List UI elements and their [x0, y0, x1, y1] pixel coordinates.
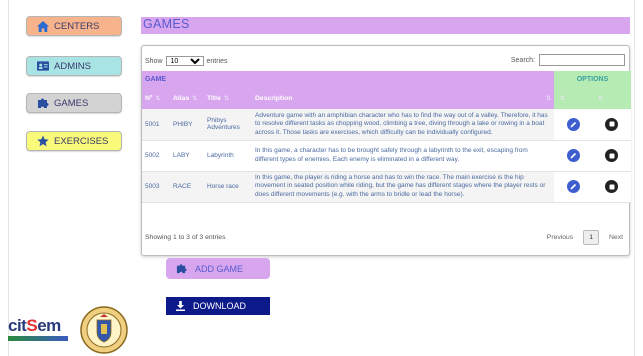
- page-title-bar: GAMES: [141, 17, 630, 34]
- show-label: Show: [145, 57, 163, 65]
- col-header-description[interactable]: Description ⇅: [252, 87, 554, 109]
- stop-icon[interactable]: [605, 180, 618, 193]
- pencil-icon[interactable]: [566, 149, 580, 162]
- nav-admins-label: ADMINS: [54, 60, 91, 72]
- game-group-header: GAME: [142, 71, 554, 87]
- delete-cell: [592, 140, 631, 171]
- nav-exercises-label: EXERCISES: [54, 135, 109, 147]
- search-label: Search:: [510, 56, 535, 64]
- nav-exercises-button[interactable]: EXERCISES: [26, 131, 122, 151]
- download-icon: [176, 301, 185, 311]
- options-group-header: OPTIONS: [554, 71, 631, 87]
- games-table: GAME OPTIONS Nº ⇅ Alias ⇅ Title ⇅ Descripti…: [142, 71, 631, 203]
- sort-icon: ⇅: [155, 95, 161, 102]
- pagination: Previous 1 Next: [543, 230, 627, 245]
- stop-icon[interactable]: [605, 149, 618, 162]
- nav-admins-button[interactable]: ADMINS: [26, 56, 122, 76]
- pager-previous[interactable]: Previous: [543, 231, 577, 244]
- pager-next[interactable]: Next: [605, 231, 627, 244]
- nav-games-label: GAMES: [54, 97, 89, 109]
- cell-num: 5003: [142, 171, 170, 202]
- col-header-edit[interactable]: ⇅: [554, 87, 592, 109]
- pencil-icon[interactable]: [566, 180, 580, 193]
- id-card-icon: [37, 60, 49, 72]
- download-label: DOWNLOAD: [193, 301, 247, 311]
- edit-cell: [554, 109, 592, 140]
- col-header-title[interactable]: Title ⇅: [204, 87, 252, 109]
- pager-page-1[interactable]: 1: [583, 230, 600, 245]
- cell-title: Labyrinth: [207, 152, 234, 159]
- stop-icon[interactable]: [605, 117, 618, 131]
- sort-icon: ⇅: [223, 95, 229, 102]
- entries-label: entries: [206, 57, 228, 65]
- delete-cell: [592, 171, 631, 202]
- search-input[interactable]: [539, 54, 625, 66]
- university-seal-logo: [80, 306, 128, 354]
- nav-games-button[interactable]: GAMES: [26, 93, 122, 113]
- entries-control: Show 10 entries: [145, 56, 228, 66]
- cell-description: Adventure game with an amphibian charact…: [252, 109, 554, 140]
- cell-description: In this game, the player is riding a hor…: [252, 171, 554, 202]
- home-icon: [37, 20, 49, 32]
- table-controls: Show 10 entries Search:: [142, 54, 629, 70]
- download-button[interactable]: DOWNLOAD: [166, 297, 270, 315]
- nav-centers-button[interactable]: CENTERS: [26, 16, 122, 36]
- col-header-delete[interactable]: ⇅: [592, 87, 631, 109]
- cell-alias: LABY: [173, 152, 190, 159]
- citsem-logo-bar: [8, 336, 68, 341]
- col-header-num[interactable]: Nº ⇅: [142, 87, 170, 109]
- col-header-alias[interactable]: Alias ⇅: [170, 87, 204, 109]
- edit-cell: [554, 171, 592, 202]
- cell-description: In this game, a character has to be brou…: [255, 147, 528, 163]
- cell-alias: PHIBY: [170, 109, 204, 140]
- pencil-icon[interactable]: [566, 117, 580, 131]
- table-row: 5002 LABY Labyrinth In this game, a char…: [142, 140, 631, 171]
- cell-num: 5001: [142, 109, 170, 140]
- citsem-logo: citSem: [8, 316, 61, 335]
- table-row: 5003 RACE Horse race In this game, the p…: [142, 171, 631, 202]
- sort-icon: ⇅: [545, 95, 551, 102]
- puzzle-icon: [37, 97, 49, 109]
- search-control: Search:: [511, 54, 625, 66]
- table-footer: Showing 1 to 3 of 3 entries Previous 1 N…: [145, 230, 627, 248]
- edit-cell: [554, 140, 592, 171]
- entries-select[interactable]: 10: [165, 56, 204, 66]
- page-title: GAMES: [143, 17, 190, 31]
- sort-icon: ⇅: [560, 95, 566, 102]
- cell-alias: RACE: [170, 171, 204, 202]
- cell-num: 5002: [145, 152, 160, 159]
- puzzle-icon: [176, 263, 187, 274]
- nav-centers-label: CENTERS: [54, 20, 100, 32]
- sort-icon: ⇅: [598, 95, 604, 102]
- add-game-button[interactable]: ADD GAME: [166, 258, 270, 279]
- cell-title: Horse race: [204, 171, 252, 202]
- star-icon: [37, 135, 49, 147]
- table-row: 5001 PHIBY Phibys Adventures Adventure g…: [142, 109, 631, 140]
- games-table-panel: Show 10 entries Search: GAME OPTIONS Nº ⇅…: [141, 45, 631, 256]
- table-info: Showing 1 to 3 of 3 entries: [145, 234, 226, 241]
- delete-cell: [592, 109, 631, 140]
- add-game-label: ADD GAME: [195, 263, 244, 274]
- sort-icon: ⇅: [192, 95, 198, 102]
- cell-title: Phibys Adventures: [204, 109, 252, 140]
